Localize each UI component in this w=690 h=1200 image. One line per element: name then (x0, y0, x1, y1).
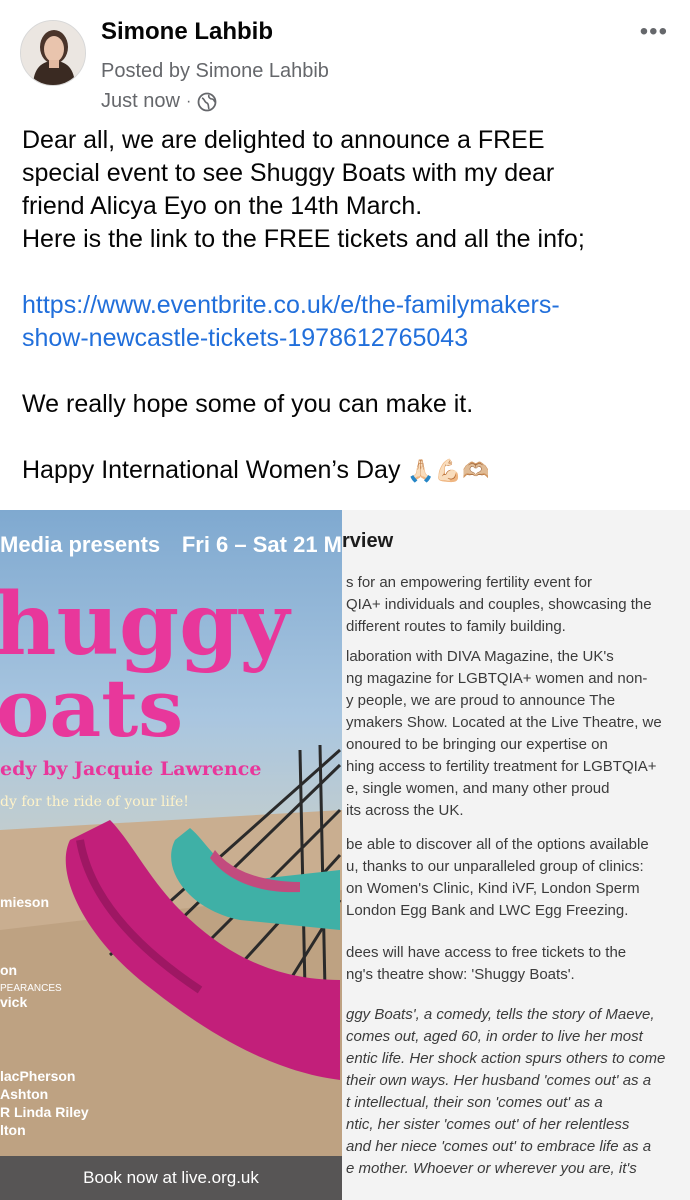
overview-line: ymakers Show. Located at the Live Theatr… (346, 714, 662, 731)
cast-name: mieson (0, 894, 50, 910)
post-header: Simone Lahbib Posted by Simone Lahbib Ju… (0, 0, 690, 118)
cast-name: on (0, 962, 18, 978)
globe-icon (197, 92, 217, 112)
overview-line: laboration with DIVA Magazine, the UK's (346, 648, 614, 665)
overview-line: QIA+ individuals and couples, showcasing… (346, 596, 652, 613)
poster-title-line2: oats (0, 661, 184, 755)
overview-line: be able to discover all of the options a… (346, 836, 649, 853)
overview-line: ggy Boats', a comedy, tells the story of… (346, 1006, 655, 1023)
poster-tagline: dy for the ride of your life! (0, 794, 189, 810)
overview-line: onoured to be bringing our expertise on (346, 736, 608, 753)
overview-line: comes out, aged 60, in order to live her… (346, 1028, 643, 1045)
more-options-button[interactable]: ••• (640, 18, 668, 46)
post-meta: Just now · (101, 90, 217, 113)
overview-line: entic life. Her shock action spurs other… (346, 1050, 666, 1067)
overview-line: ng magazine for LGBTQIA+ women and non- (346, 670, 648, 687)
post-body: Dear all, we are delighted to announce a… (22, 124, 672, 487)
overview-line: ng's theatre show: 'Shuggy Boats'. (346, 966, 575, 983)
overview-line: different routes to family building. (346, 618, 566, 635)
poster-subtitle: edy by Jacquie Lawrence (0, 758, 262, 780)
cast-name: Ashton (0, 1086, 49, 1102)
poster-title-line1: huggy (0, 574, 290, 675)
overview-line: its across the UK. (346, 802, 464, 819)
overview-line: y people, we are proud to announce The (346, 692, 616, 709)
overview-line: and her niece 'comes out' to embrace lif… (346, 1138, 652, 1155)
greeting-emoji: 🙏🏻💪🏻🫶🏼 (407, 458, 490, 483)
overview-heading: rview (342, 530, 394, 552)
link-line-1[interactable]: https://www.eventbrite.co.uk/e/the-famil… (22, 289, 672, 322)
post-closing: We really hope some of you can make it. (22, 390, 474, 418)
overview-line: hing access to fertility treatment for L… (346, 758, 657, 775)
book-now-banner: Book now at live.org.uk (0, 1156, 342, 1200)
avatar[interactable] (20, 20, 86, 86)
overview-line: dees will have access to free tickets to… (346, 944, 627, 961)
overview-line: e, single women, and many other proud (346, 780, 610, 797)
meta-separator: · (185, 92, 192, 110)
post-line: Here is the link to the FREE tickets and… (22, 225, 585, 253)
greeting-text: Happy International Women’s Day (22, 456, 401, 484)
post-media[interactable]: Media presents Fri 6 – Sat 21 M huggy oa… (0, 510, 690, 1200)
posted-by: Posted by Simone Lahbib (101, 60, 329, 82)
overview-line: their own ways. Her husband 'comes out' … (346, 1072, 652, 1089)
overview-line: ntic, her sister 'comes out' of her rele… (346, 1116, 630, 1133)
cast-name: lton (0, 1122, 26, 1138)
post-greeting: Happy International Women’s Day 🙏🏻💪🏻🫶🏼 (22, 454, 672, 487)
link-line-2[interactable]: show-newcastle-tickets-1978612765043 (22, 322, 672, 355)
cast-name: R Linda Riley (0, 1104, 89, 1120)
overview-line: London Egg Bank and LWC Egg Freezing. (346, 902, 629, 919)
shuggy-boats-poster[interactable]: Media presents Fri 6 – Sat 21 M huggy oa… (0, 510, 342, 1200)
overview-line: t intellectual, their son 'comes out' as… (346, 1094, 603, 1111)
overview-line: u, thanks to our unparalleled group of c… (346, 858, 644, 875)
overview-line: on Women's Clinic, Kind iVF, London Sper… (346, 880, 640, 897)
poster-presents: Media presents (0, 532, 161, 557)
poster-dates: Fri 6 – Sat 21 M (181, 532, 342, 557)
overview-line: s for an empowering fertility event for (346, 574, 592, 591)
cast-name: lacPherson (0, 1068, 76, 1084)
eventbrite-link[interactable]: https://www.eventbrite.co.uk/e/the-famil… (22, 289, 672, 355)
post-line: special event to see Shuggy Boats with m… (22, 159, 555, 187)
overview-line: e mother. Whoever or wherever you are, i… (346, 1160, 637, 1177)
author-name[interactable]: Simone Lahbib (101, 18, 273, 46)
cast-name: vick (0, 994, 28, 1010)
post-time[interactable]: Just now (101, 90, 180, 113)
post-line: Dear all, we are delighted to announce a… (22, 126, 545, 154)
post-line: friend Alicya Eyo on the 14th March. (22, 192, 423, 220)
event-overview[interactable]: rview s for an empowering fertility even… (342, 510, 690, 1200)
